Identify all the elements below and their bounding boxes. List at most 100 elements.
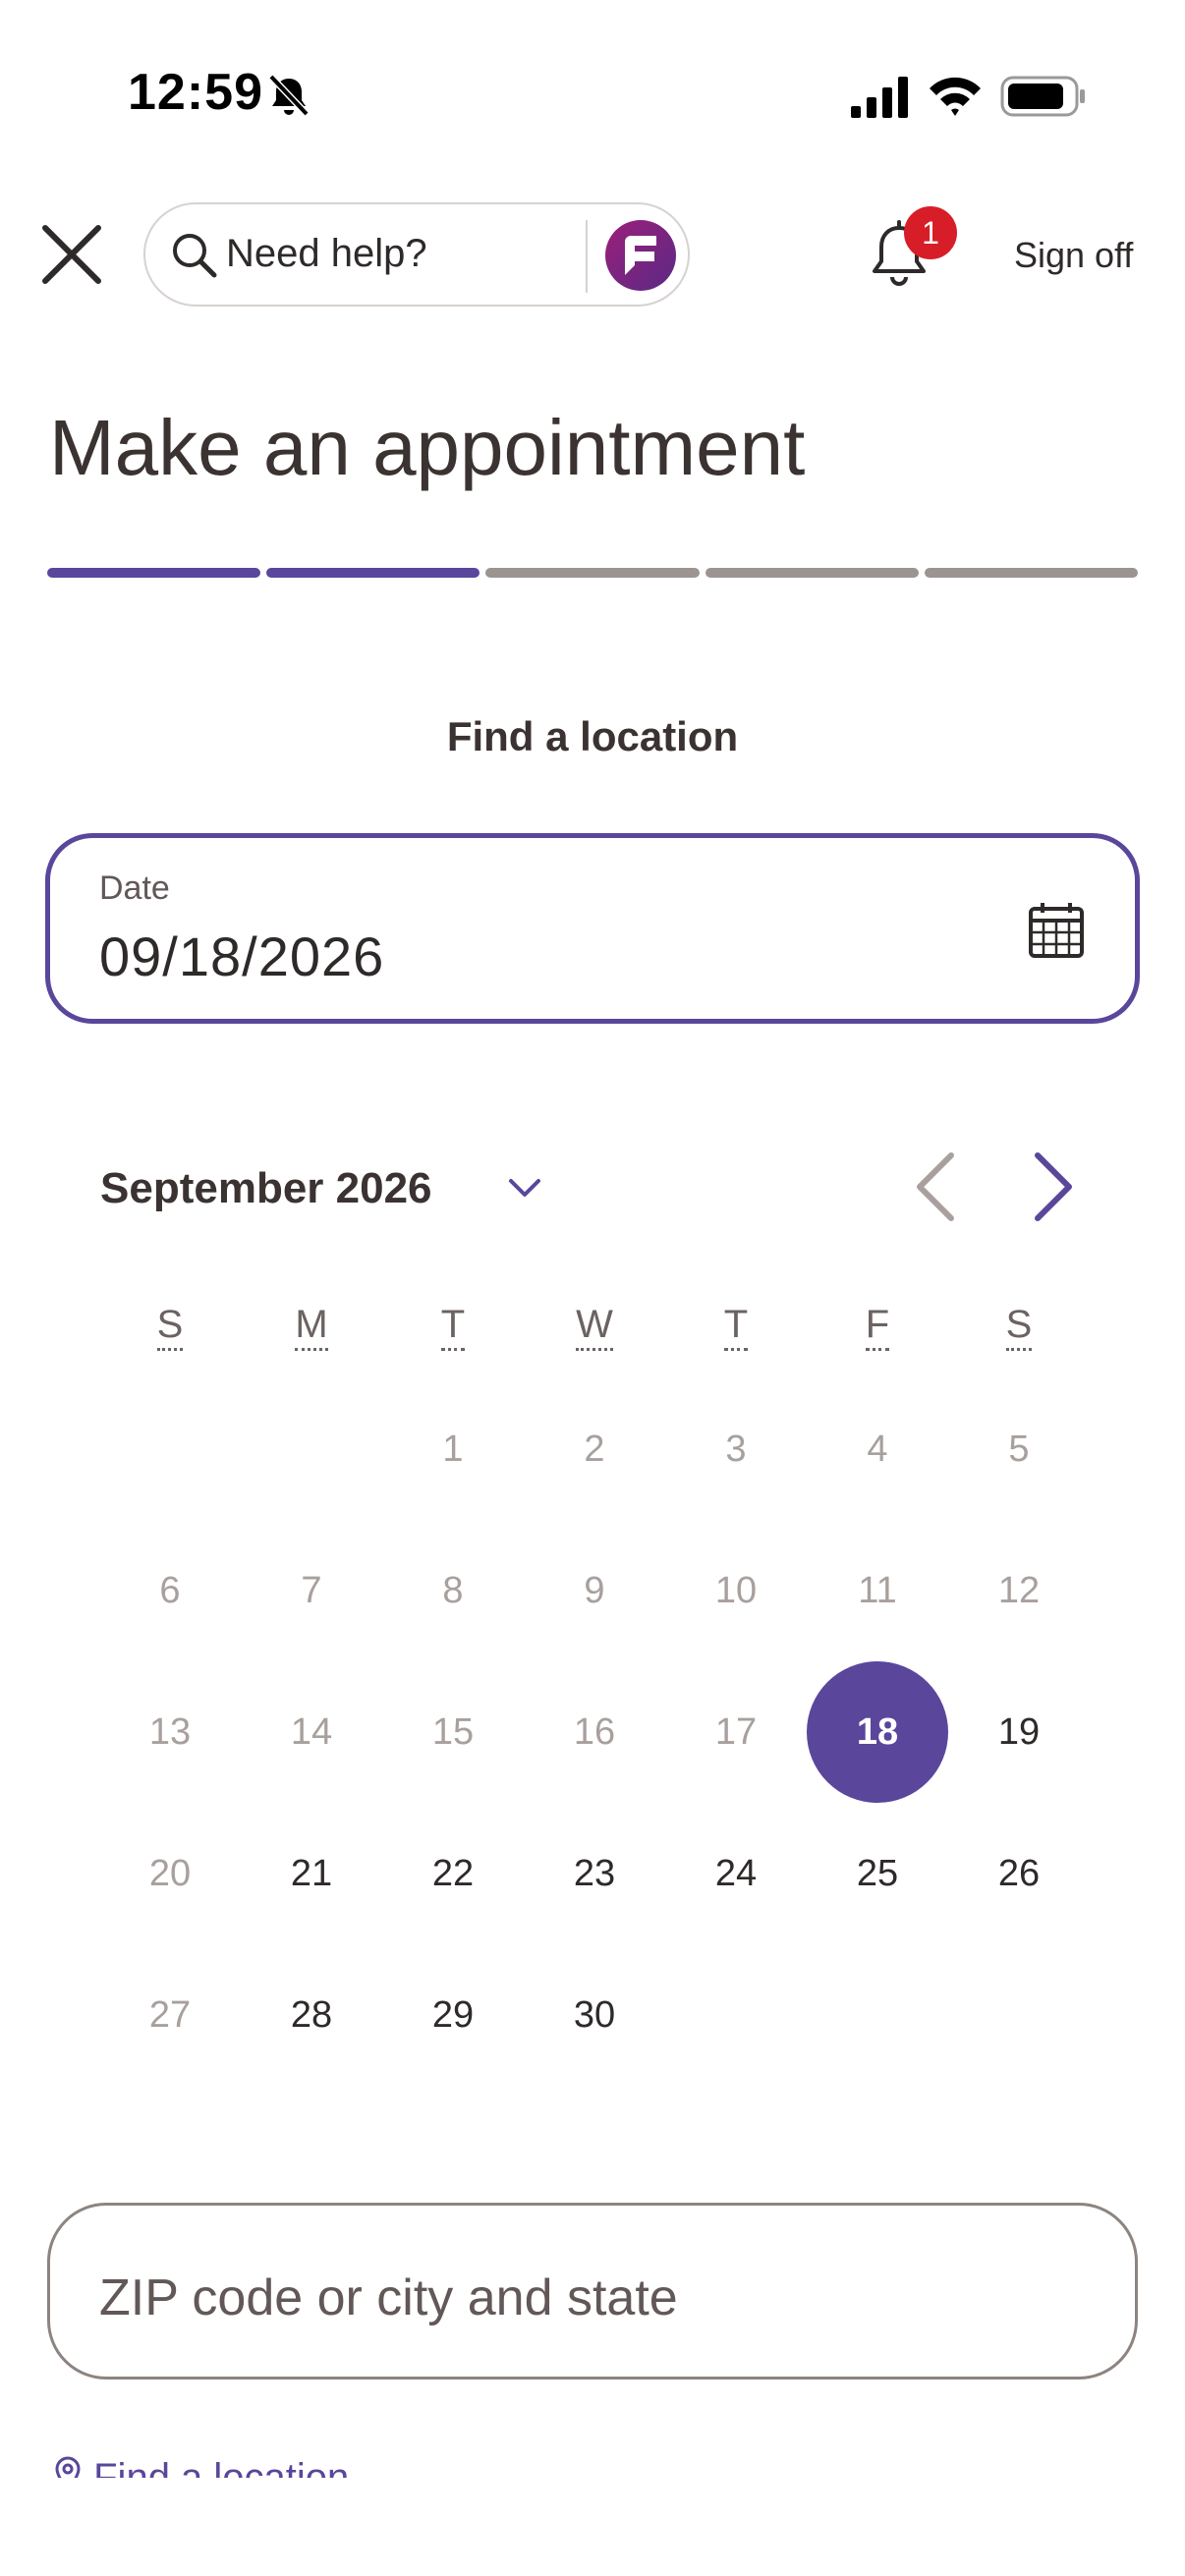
- calendar-day: 6: [99, 1520, 241, 1661]
- calendar-day[interactable]: 23: [524, 1803, 665, 1944]
- calendar-day-number: 26: [997, 1852, 1041, 1894]
- page-title: Make an appointment: [49, 404, 806, 491]
- progress-segment: [924, 568, 1139, 578]
- calendar-day: 2: [524, 1378, 665, 1520]
- calendar-day-number: 25: [856, 1852, 899, 1894]
- calendar-day-selected[interactable]: 18: [807, 1661, 948, 1803]
- month-selector[interactable]: September 2026: [100, 1164, 432, 1213]
- notification-badge: 1: [904, 206, 957, 259]
- calendar-day-number: 4: [867, 1428, 888, 1470]
- zip-placeholder: ZIP code or city and state: [99, 2269, 678, 2326]
- calendar-day-number: 6: [159, 1569, 181, 1611]
- chevron-right-icon[interactable]: [1030, 1148, 1077, 1226]
- status-time: 12:59: [128, 64, 263, 121]
- calendar-empty-cell: [241, 1378, 382, 1520]
- status-bar: 12:59: [0, 0, 1185, 187]
- calendar-day: 10: [665, 1520, 807, 1661]
- calendar-day: 5: [948, 1378, 1090, 1520]
- search-label: Need help?: [226, 232, 427, 275]
- calendar-day[interactable]: 25: [807, 1803, 948, 1944]
- sign-off-link[interactable]: Sign off: [1014, 235, 1133, 276]
- calendar-day-number: 30: [573, 1993, 616, 2036]
- calendar-day-number: 14: [290, 1710, 333, 1753]
- calendar-day[interactable]: 19: [948, 1661, 1090, 1803]
- calendar-day: 14: [241, 1661, 382, 1803]
- calendar-day[interactable]: 26: [948, 1803, 1090, 1944]
- battery-icon: [1000, 76, 1085, 117]
- calendar-day-number: 5: [1008, 1428, 1030, 1470]
- calendar-day-number: 17: [714, 1710, 758, 1753]
- calendar-day-number: 10: [714, 1569, 758, 1611]
- calendar-day-number: 18: [807, 1661, 948, 1803]
- calendar-day: 1: [382, 1378, 524, 1520]
- calendar-day-number: 9: [584, 1569, 605, 1611]
- weekday-label: T: [665, 1303, 807, 1351]
- calendar-day-number: 23: [573, 1852, 616, 1894]
- wifi-icon: [930, 77, 981, 116]
- calendar-day: 3: [665, 1378, 807, 1520]
- search-divider: [586, 220, 588, 293]
- fargo-logo-icon[interactable]: [603, 218, 678, 293]
- weekday-label: S: [99, 1303, 241, 1351]
- calendar-day[interactable]: 21: [241, 1803, 382, 1944]
- calendar-day-number: 15: [431, 1710, 475, 1753]
- calendar-day: 4: [807, 1378, 948, 1520]
- date-field[interactable]: Date 09/18/2026: [45, 833, 1140, 1024]
- calendar-day-number: 8: [442, 1569, 464, 1611]
- weekday-label: S: [948, 1303, 1090, 1351]
- calendar-day-number: 3: [725, 1428, 747, 1470]
- calendar-day-number: 24: [714, 1852, 758, 1894]
- calendar-day-number: 11: [858, 1569, 897, 1611]
- calendar-day: 20: [99, 1803, 241, 1944]
- calendar-day-number: 16: [573, 1710, 616, 1753]
- date-field-label: Date: [99, 869, 170, 907]
- calendar-day-number: 12: [997, 1569, 1041, 1611]
- weekday-header: S M T W T F S: [99, 1303, 1090, 1351]
- calendar-day[interactable]: 30: [524, 1944, 665, 2086]
- help-search-button[interactable]: Need help?: [143, 202, 690, 307]
- calendar-day-number: 19: [997, 1710, 1041, 1753]
- calendar-day: 7: [241, 1520, 382, 1661]
- progress-segment: [485, 568, 700, 578]
- calendar-day-number: 29: [431, 1993, 475, 2036]
- calendar-day-number: 22: [431, 1852, 475, 1894]
- bell-slash-icon: [268, 74, 310, 117]
- chevron-down-icon[interactable]: [505, 1173, 544, 1203]
- zip-input[interactable]: ZIP code or city and state: [47, 2203, 1138, 2380]
- calendar-day-number: 13: [148, 1710, 192, 1753]
- calendar-day: 11: [807, 1520, 948, 1661]
- calendar-day[interactable]: 24: [665, 1803, 807, 1944]
- chevron-left-icon[interactable]: [912, 1148, 959, 1226]
- close-icon[interactable]: [39, 222, 104, 287]
- date-field-value[interactable]: 09/18/2026: [99, 924, 384, 988]
- section-label: Find a location: [446, 713, 739, 759]
- calendar-day-number: 1: [442, 1428, 464, 1470]
- calendar-day: 13: [99, 1661, 241, 1803]
- calendar-day-number: 21: [290, 1852, 333, 1894]
- calendar-icon[interactable]: [1025, 899, 1088, 962]
- calendar-day: 8: [382, 1520, 524, 1661]
- weekday-label: T: [382, 1303, 524, 1351]
- find-location-link[interactable]: Find a location: [53, 2456, 349, 2478]
- calendar-day: 17: [665, 1661, 807, 1803]
- calendar-day: 9: [524, 1520, 665, 1661]
- calendar-grid: 1 2 3 4 5 6 7 8 9 10 11 12 13 14 15 16 17 18 19 20 21 22 23 24 2…: [99, 1378, 1090, 2086]
- calendar-day-number: 20: [148, 1852, 192, 1894]
- calendar-day: 16: [524, 1661, 665, 1803]
- calendar-empty-cell: [99, 1378, 241, 1520]
- calendar-day-number: 27: [148, 1993, 192, 2036]
- progress-segment: [266, 568, 480, 578]
- signal-icon: [851, 77, 908, 118]
- calendar-day-number: 7: [301, 1569, 322, 1611]
- calendar-day: 27: [99, 1944, 241, 2086]
- search-icon: [173, 234, 217, 278]
- weekday-label: W: [524, 1303, 665, 1351]
- calendar-day[interactable]: 22: [382, 1803, 524, 1944]
- step-progress: [47, 568, 1139, 580]
- calendar-day-number: 2: [584, 1428, 605, 1470]
- calendar-day[interactable]: 29: [382, 1944, 524, 2086]
- progress-segment: [705, 568, 919, 578]
- calendar-day[interactable]: 28: [241, 1944, 382, 2086]
- calendar-day-number: 28: [290, 1993, 333, 2036]
- calendar-day: 15: [382, 1661, 524, 1803]
